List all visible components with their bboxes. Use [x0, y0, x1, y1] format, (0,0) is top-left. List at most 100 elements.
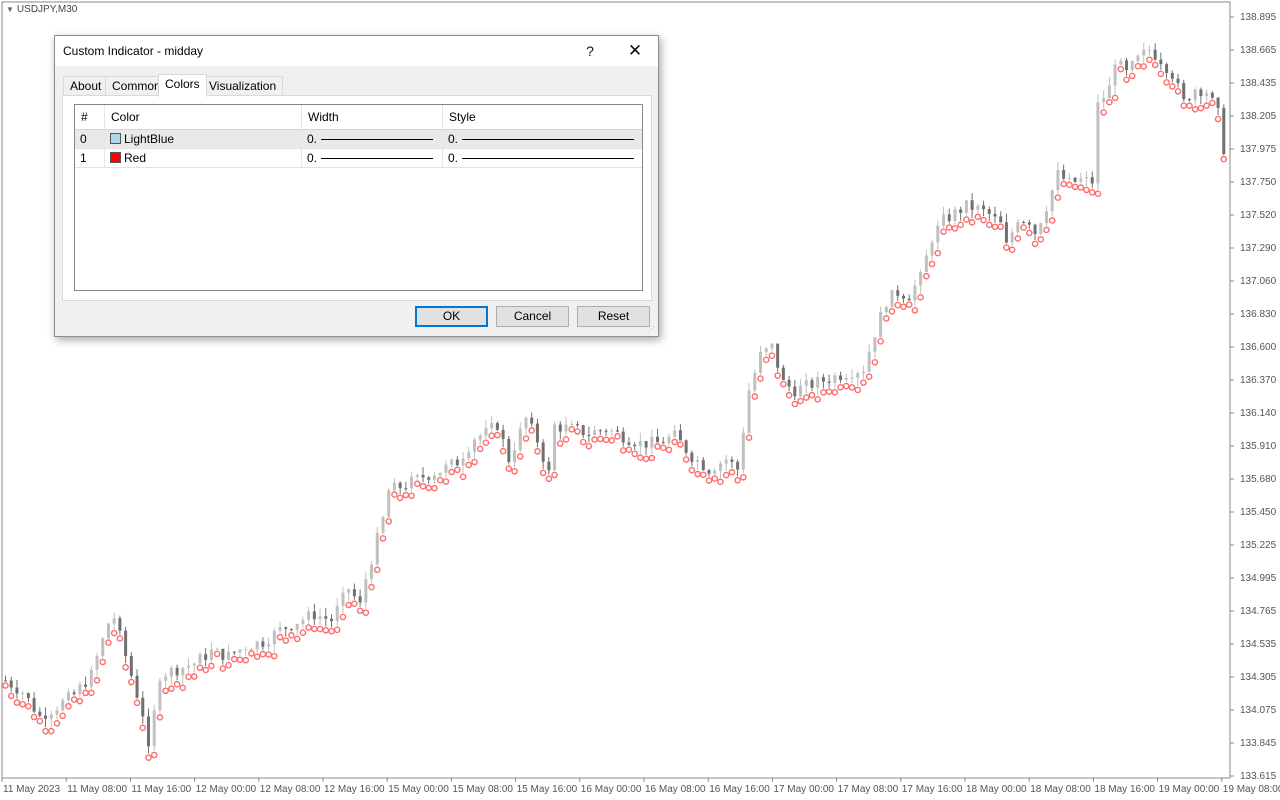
indicator-marker: [877, 338, 884, 345]
style-cell[interactable]: 0.: [443, 130, 642, 149]
candle-body: [1044, 211, 1048, 224]
color-cell[interactable]: LightBlue: [105, 130, 302, 149]
candle-body: [84, 684, 88, 687]
price-axis-label: 138.435: [1240, 78, 1277, 89]
candle-body: [730, 459, 734, 462]
help-button[interactable]: ?: [571, 36, 609, 66]
price-axis-label: 133.845: [1240, 738, 1277, 749]
candle-body: [415, 474, 419, 477]
candle-body: [793, 386, 797, 397]
indicator-marker: [271, 652, 278, 660]
time-axis-label: 18 May 00:00: [966, 784, 1027, 795]
cancel-button[interactable]: Cancel: [496, 306, 569, 327]
candle-body: [301, 619, 305, 625]
indicator-marker: [150, 751, 158, 759]
candle-body: [1050, 190, 1054, 212]
tab-about[interactable]: About: [63, 76, 109, 96]
indicator-marker: [516, 453, 524, 460]
reset-button[interactable]: Reset: [577, 306, 650, 327]
indicator-marker: [248, 650, 255, 657]
resize-grip-icon[interactable]: ⋰: [648, 326, 656, 334]
indicator-marker: [945, 224, 953, 231]
indicator-marker: [963, 216, 970, 223]
indicator-marker: [597, 435, 604, 443]
indicator-marker: [156, 714, 164, 721]
candle-body: [1027, 222, 1031, 225]
candle-body: [1039, 223, 1043, 234]
indicator-marker: [305, 624, 312, 631]
time-axis-label: 15 May 08:00: [452, 784, 513, 795]
candle-body: [1119, 60, 1123, 65]
indicator-marker: [1203, 102, 1210, 109]
width-cell[interactable]: 0.: [302, 130, 443, 149]
candle-body: [804, 380, 808, 386]
candle-body: [747, 390, 751, 433]
candle-body: [209, 649, 213, 660]
indicator-marker: [951, 225, 959, 232]
indicator-marker: [848, 384, 856, 391]
candle-body: [661, 442, 665, 444]
indicator-marker: [482, 439, 490, 447]
candle-body: [484, 428, 488, 436]
candle-body: [370, 564, 374, 580]
price-axis-label: 134.765: [1240, 606, 1277, 617]
indicator-marker: [116, 635, 124, 642]
table-row[interactable]: 1 Red 0. 0.: [75, 149, 642, 168]
colors-table: # Color Width Style 0 LightBlue 0. 0. 1: [74, 104, 643, 291]
indicator-marker: [1151, 61, 1159, 69]
candle-body: [181, 667, 185, 676]
indicator-marker: [1123, 76, 1130, 84]
candle-body: [335, 605, 339, 622]
tab-colors[interactable]: Colors: [158, 74, 207, 97]
style-cell[interactable]: 0.: [443, 149, 642, 168]
row-index: 1: [75, 149, 105, 168]
candle-body: [644, 441, 648, 448]
tab-visualization[interactable]: Visualization: [202, 76, 284, 96]
indicator-marker: [820, 389, 827, 396]
close-icon[interactable]: ✕: [616, 36, 654, 66]
indicator-marker: [551, 471, 558, 479]
candle-body: [1147, 49, 1151, 51]
time-axis-label: 12 May 08:00: [260, 784, 321, 795]
candle-body: [49, 714, 53, 719]
candle-body: [930, 242, 934, 256]
indicator-marker: [236, 656, 244, 664]
header-style: Style: [449, 110, 476, 124]
color-cell[interactable]: Red: [105, 149, 302, 168]
candle-body: [1016, 222, 1020, 233]
candle-body: [467, 451, 471, 459]
candle-body: [61, 700, 65, 711]
indicator-marker: [208, 662, 215, 670]
indicator-marker: [87, 689, 95, 697]
time-axis-label: 16 May 16:00: [709, 784, 770, 795]
collapse-triangle-icon[interactable]: ▼: [6, 5, 14, 14]
ok-button[interactable]: OK: [415, 306, 488, 327]
candle-body: [541, 442, 545, 462]
candle-body: [879, 311, 883, 338]
indicator-marker: [105, 639, 112, 646]
indicator-marker: [82, 689, 89, 697]
indicator-marker: [145, 754, 152, 761]
candle-body: [621, 431, 625, 443]
candle-body: [656, 436, 660, 443]
candle-body: [684, 440, 688, 453]
candle-body: [638, 441, 642, 447]
candle-body: [547, 461, 551, 471]
width-cell[interactable]: 0.: [302, 149, 443, 168]
header-color: Color: [105, 105, 302, 130]
indicator-marker: [230, 655, 238, 663]
indicator-marker: [928, 260, 936, 268]
table-row[interactable]: 0 LightBlue 0. 0.: [75, 130, 642, 149]
indicator-marker: [351, 600, 358, 607]
dialog-titlebar[interactable]: Custom Indicator - midday ? ✕: [55, 36, 658, 66]
indicator-marker: [831, 388, 839, 396]
indicator-marker: [1197, 104, 1205, 112]
indicator-marker: [1066, 181, 1073, 189]
indicator-marker: [7, 692, 15, 700]
candle-body: [616, 430, 619, 432]
candle-body: [187, 665, 191, 668]
indicator-marker: [734, 476, 741, 484]
candle-body: [530, 417, 534, 424]
indicator-marker: [1077, 184, 1085, 191]
price-axis-label: 134.075: [1240, 705, 1277, 716]
